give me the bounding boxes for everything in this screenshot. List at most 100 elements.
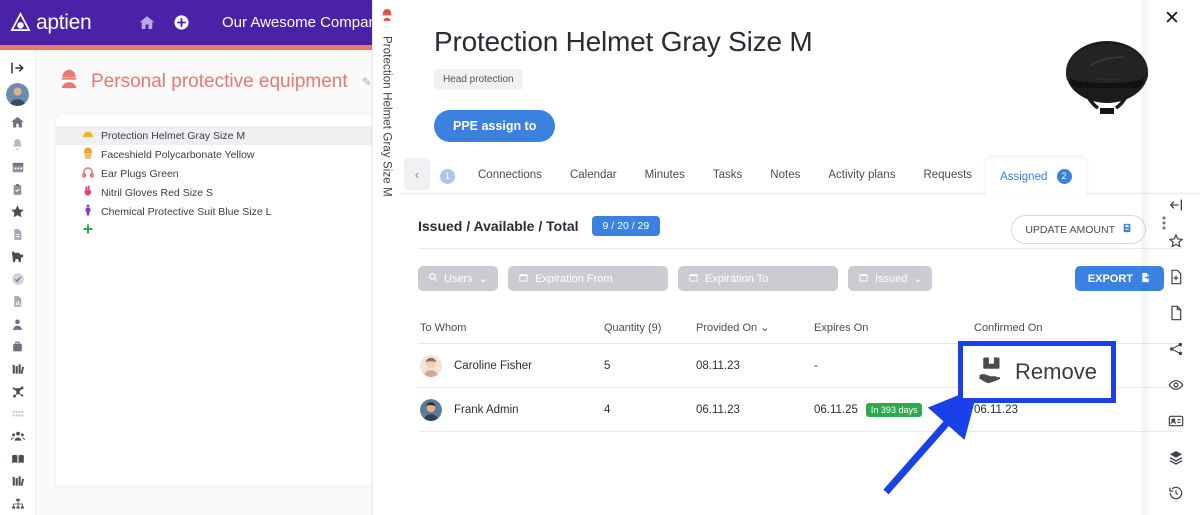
tab-connections[interactable]: Connections [464,158,556,194]
worker-helmet-icon [58,68,80,95]
books-icon[interactable] [6,358,30,380]
summary-row: Issued / Available / Total 9 / 20 / 29 U… [418,206,1182,246]
expiration-from-label: Expiration From [534,272,613,285]
calendar-icon[interactable] [6,156,30,178]
tab-label: Connections [478,169,542,181]
vertical-tab[interactable]: Protection Helmet Gray Size M [372,0,400,515]
avatar [420,398,442,421]
save-icon [1122,222,1132,237]
grid-dots-icon[interactable] [6,403,30,425]
right-icon-rail [1152,195,1200,503]
list-item[interactable]: Chemical Protective Suit Blue Size L [56,202,386,221]
remove-box-hand-icon [977,355,1007,390]
network-icon[interactable] [6,380,30,402]
tab-bar: ‹ 1 Connections Calendar Minutes Tasks N… [400,158,1200,194]
earmuffs-icon [81,166,94,181]
row-name-label: Caroline Fisher [454,359,532,372]
tab-notes[interactable]: Notes [756,158,814,194]
list-item-label: Nitril Gloves Red Size S [101,186,214,199]
app-logo[interactable]: aptien [0,11,130,35]
share-icon[interactable] [1166,339,1186,359]
tab-tasks[interactable]: Tasks [699,158,756,194]
summary-label: Issued / Available / Total [418,218,579,234]
column-provided-on-label: Provided On [696,322,758,334]
top-bar: aptien Our Awesome Compan [0,0,400,45]
expiration-to-filter[interactable]: Expiration To [677,266,838,291]
update-amount-button[interactable]: UPDATE AMOUNT [1011,215,1146,244]
tab-badge: 2 [1056,169,1072,184]
tab-calendar[interactable]: Calendar [556,158,631,194]
company-name: Our Awesome Compan [222,14,377,31]
list-item[interactable]: Faceshield Polycarbonate Yellow [56,145,386,164]
faceshield-icon [81,147,94,162]
expiration-to-label: Expiration To [704,272,769,285]
ppe-assign-button[interactable]: PPE assign to [434,110,556,142]
search-icon [428,272,438,285]
dog-icon[interactable] [6,246,30,268]
briefcase-icon[interactable] [6,335,30,357]
panel-edge-shadow [1142,0,1152,515]
star-icon[interactable] [6,201,30,223]
panel-header: Personal protective equipment ✎ [36,50,380,95]
export-label: EXPORT [1087,272,1133,285]
clipboard-check-icon[interactable] [6,178,30,200]
issued-filter-label: Issued [874,272,908,285]
tab-assigned[interactable]: Assigned 2 [986,158,1086,194]
bell-icon[interactable] [6,133,30,155]
home-icon[interactable] [130,14,164,32]
background-app: aptien Our Awesome Compan Personal prote… [0,0,400,515]
file-add-icon[interactable] [1166,267,1186,287]
calendar-icon [858,272,869,286]
expiration-from-filter[interactable]: Expiration From [507,266,668,291]
chevron-down-icon: ⌄ [760,322,770,334]
chevron-down-icon: ⌄ [913,273,923,285]
avatar [420,354,442,377]
open-book-icon[interactable] [6,448,30,470]
row-to-whom: Frank Admin [418,398,604,421]
detail-modal: ✕ Protection Helmet Gray Size M Head pro… [400,0,1200,515]
id-card-icon[interactable] [1166,411,1186,431]
layers-icon[interactable] [1166,447,1186,467]
eye-icon[interactable] [1166,375,1186,395]
check-circle-icon[interactable] [6,268,30,290]
tab-label: Requests [923,169,973,181]
person-icon[interactable] [6,313,30,335]
people-group-icon[interactable] [6,425,30,447]
chevron-left-icon[interactable]: ‹ [404,158,430,190]
add-equipment-item[interactable] [56,221,386,240]
users-filter[interactable]: Users ⌄ [418,266,498,291]
plus-circle-icon[interactable] [164,14,198,31]
close-icon[interactable]: ✕ [1160,6,1184,30]
plus-icon[interactable] [81,223,94,238]
column-provided-on[interactable]: Provided On ⌄ [696,321,814,334]
file-icon[interactable] [1166,303,1186,323]
bookshelf-icon[interactable] [6,470,30,492]
star-icon[interactable] [1166,231,1186,251]
chart-document-icon[interactable] [6,291,30,313]
issued-filter[interactable]: Issued ⌄ [847,266,932,291]
collapse-left-icon[interactable] [1166,195,1186,215]
tab-minutes[interactable]: Minutes [631,158,699,194]
row-expires-date: 06.11.25 [814,403,858,416]
tab-activity-plans[interactable]: Activity plans [814,158,909,194]
remove-label: Remove [1015,359,1097,384]
tab-requests[interactable]: Requests [909,158,986,194]
divider [418,248,1182,249]
document-icon[interactable] [6,223,30,245]
list-item[interactable]: Ear Plugs Green [56,164,386,183]
tab-label: Assigned [1000,171,1048,183]
list-item[interactable]: Nitril Gloves Red Size S [56,183,386,202]
column-confirmed-on: Confirmed On [974,321,1043,334]
page-title: Personal protective equipment [91,70,348,92]
column-to-whom: To Whom [420,321,467,334]
avatar[interactable] [6,83,29,106]
remove-highlight-callout[interactable]: Remove [958,341,1116,403]
history-icon[interactable] [1166,483,1186,503]
home-icon[interactable] [6,111,30,133]
expand-panel-icon[interactable] [6,57,30,79]
suit-icon [81,204,94,219]
org-chart-icon[interactable] [6,493,30,515]
tab-previous-partial[interactable]: 1 [434,158,464,194]
list-item[interactable]: Protection Helmet Gray Size M [56,126,386,145]
pencil-icon[interactable]: ✎ [362,75,372,89]
